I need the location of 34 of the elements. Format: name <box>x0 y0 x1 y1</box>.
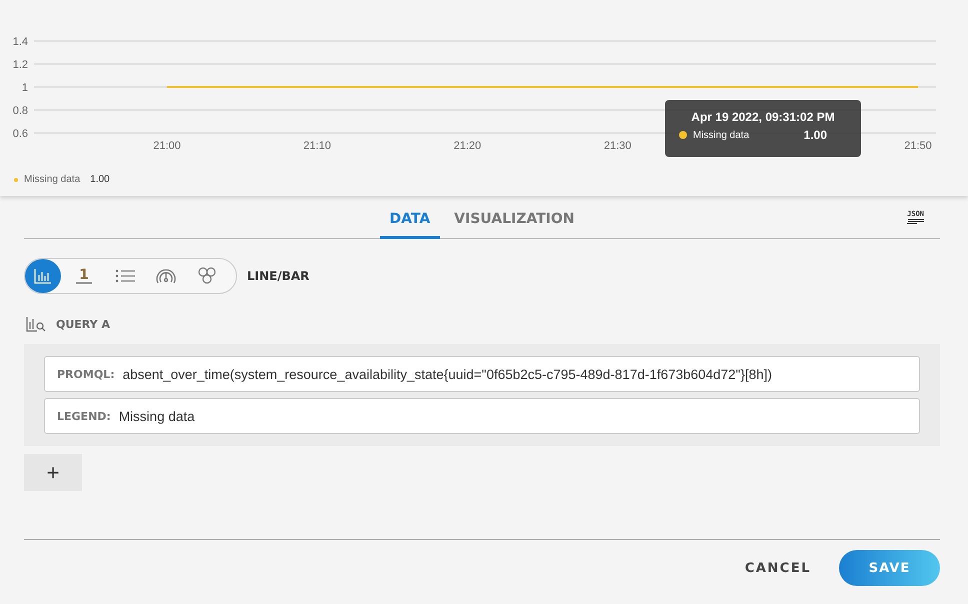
visualization-button[interactable]: 1 <box>66 259 102 293</box>
field-value: absent_over_time(system_resource_availability_state{uuid="0f65b2c5-c795-489d-817d-1f673b604d72"}[8h]) <box>122 366 772 382</box>
honeycomb-icon <box>197 267 217 285</box>
x-tick-label: 21:50 <box>904 140 932 152</box>
y-tick-label: 1.4 <box>12 36 28 48</box>
tooltip-title: Apr 19 2022, 09:31:02 PM <box>690 110 836 124</box>
x-tick-label: 21:30 <box>604 140 632 152</box>
x-tick-label: 21:10 <box>303 140 331 152</box>
visualization-label: LINE/BAR <box>247 269 310 283</box>
tab[interactable]: DATA <box>380 211 440 239</box>
visualization-button[interactable] <box>25 259 61 293</box>
query-title: QUERY A <box>56 318 110 330</box>
y-tick-label: 1.2 <box>12 59 28 71</box>
chart-search-icon <box>26 316 46 332</box>
tab[interactable]: VISUALIZATION <box>444 211 584 239</box>
x-tick-label: 21:00 <box>153 140 181 152</box>
field-value: Missing data <box>118 408 195 424</box>
field-label: LEGEND: <box>57 410 111 422</box>
cancel-button[interactable]: CANCEL <box>738 560 817 576</box>
y-tick-label: 0.8 <box>12 105 28 117</box>
input-field[interactable]: PROMQL: absent_over_time(system_resource_availability_state{uuid="0f65b2c5-c795-489d-817d-1f673b604d72"}[8h]) <box>44 356 920 392</box>
list-icon <box>115 269 135 283</box>
input-field[interactable]: LEGEND: Missing data <box>44 398 920 434</box>
field-label: PROMQL: <box>57 368 115 380</box>
bar-chart-icon <box>34 268 52 284</box>
add-query-button[interactable]: + <box>24 454 82 491</box>
y-tick-label: 1 <box>22 82 28 94</box>
tooltip-value: 1.00 <box>804 128 827 142</box>
legend-value: 1.00 <box>90 174 110 185</box>
legend-label: Missing data <box>24 174 80 185</box>
gauge-icon <box>156 267 176 285</box>
x-tick-label: 21:20 <box>454 140 482 152</box>
tooltip-series: Missing data <box>693 130 750 140</box>
y-tick-label: 0.6 <box>12 128 28 140</box>
